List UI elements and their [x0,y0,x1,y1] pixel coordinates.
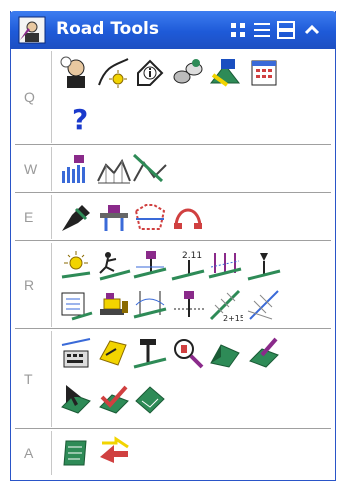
report-sheet-icon[interactable] [58,287,94,323]
help-question-icon[interactable]: ? [62,99,98,135]
grid-view-icon[interactable] [228,20,248,40]
group-divider [51,331,52,427]
customize-user-icon[interactable] [58,55,94,91]
profile-line-icon[interactable] [132,151,168,187]
group-r: R 2.11 2+15 [10,241,336,329]
info-tool-icon[interactable] [132,55,168,91]
ramp-block-icon[interactable] [207,335,243,371]
bar-profile-icon[interactable] [58,151,94,187]
group-q: Q ? [10,49,336,145]
link-gear-icon[interactable] [170,55,206,91]
zoom-inspect-icon[interactable] [170,335,206,371]
brush-sheet-icon[interactable] [246,335,282,371]
checkmark-sheet-icon[interactable] [96,381,132,417]
station-2-15-icon[interactable]: 2+15 [207,287,243,323]
title-bar[interactable]: Road Tools [10,11,336,49]
road-puzzle-icon[interactable] [96,335,132,371]
window-title: Road Tools [56,19,159,39]
group-key: T [24,371,33,387]
group-key: A [24,445,34,461]
collapse-chevron-icon[interactable] [302,20,322,40]
profile-grid-icon[interactable] [96,151,132,187]
cross-point-icon[interactable] [170,287,206,323]
svg-text:?: ? [72,103,88,135]
group-t: T [10,329,336,429]
group-divider [51,431,52,475]
flat-plane-icon[interactable] [132,381,168,417]
hammer-pin-icon[interactable] [132,335,168,371]
red-arc-icon[interactable] [170,199,206,235]
template-shape-icon[interactable] [132,199,168,235]
pen-tool-icon[interactable] [58,199,94,235]
group-divider [51,147,52,191]
cross-lines-icon[interactable] [246,287,282,323]
group-key: W [24,161,38,177]
sun-alignment-icon[interactable] [96,55,132,91]
svg-text:2+15: 2+15 [223,314,243,323]
road-tools-app-icon [18,16,46,44]
group-key: R [24,277,35,293]
dock-view-icon[interactable] [276,20,296,40]
vertical-curve-icon[interactable] [132,287,168,323]
group-divider [51,51,52,143]
bulldozer-icon[interactable] [96,287,132,323]
list-view-icon[interactable] [252,20,272,40]
notebook-icon[interactable] [58,435,94,471]
export-tool-icon[interactable] [207,55,243,91]
sun-surface-icon[interactable] [58,247,94,283]
group-w: W [10,145,336,193]
run-figure-icon[interactable] [96,247,132,283]
group-divider [51,195,52,239]
cursor-sheet-icon[interactable] [58,381,94,417]
group-a: A [10,429,336,477]
group-e: E [10,193,336,241]
group-key: Q [24,89,35,105]
calendar-grid-icon[interactable] [246,55,282,91]
keyboard-table-icon[interactable] [58,335,94,371]
svg-text:2.11: 2.11 [182,251,202,261]
pipe-surface-icon[interactable] [132,247,168,283]
swap-arrows-icon[interactable] [96,435,132,471]
label-2-11-icon[interactable]: 2.11 [170,247,206,283]
multi-surface-icon[interactable] [207,247,243,283]
group-divider [51,243,52,327]
group-key: E [24,209,34,225]
elevation-marker-icon[interactable] [246,247,282,283]
bridge-section-icon[interactable] [96,199,132,235]
